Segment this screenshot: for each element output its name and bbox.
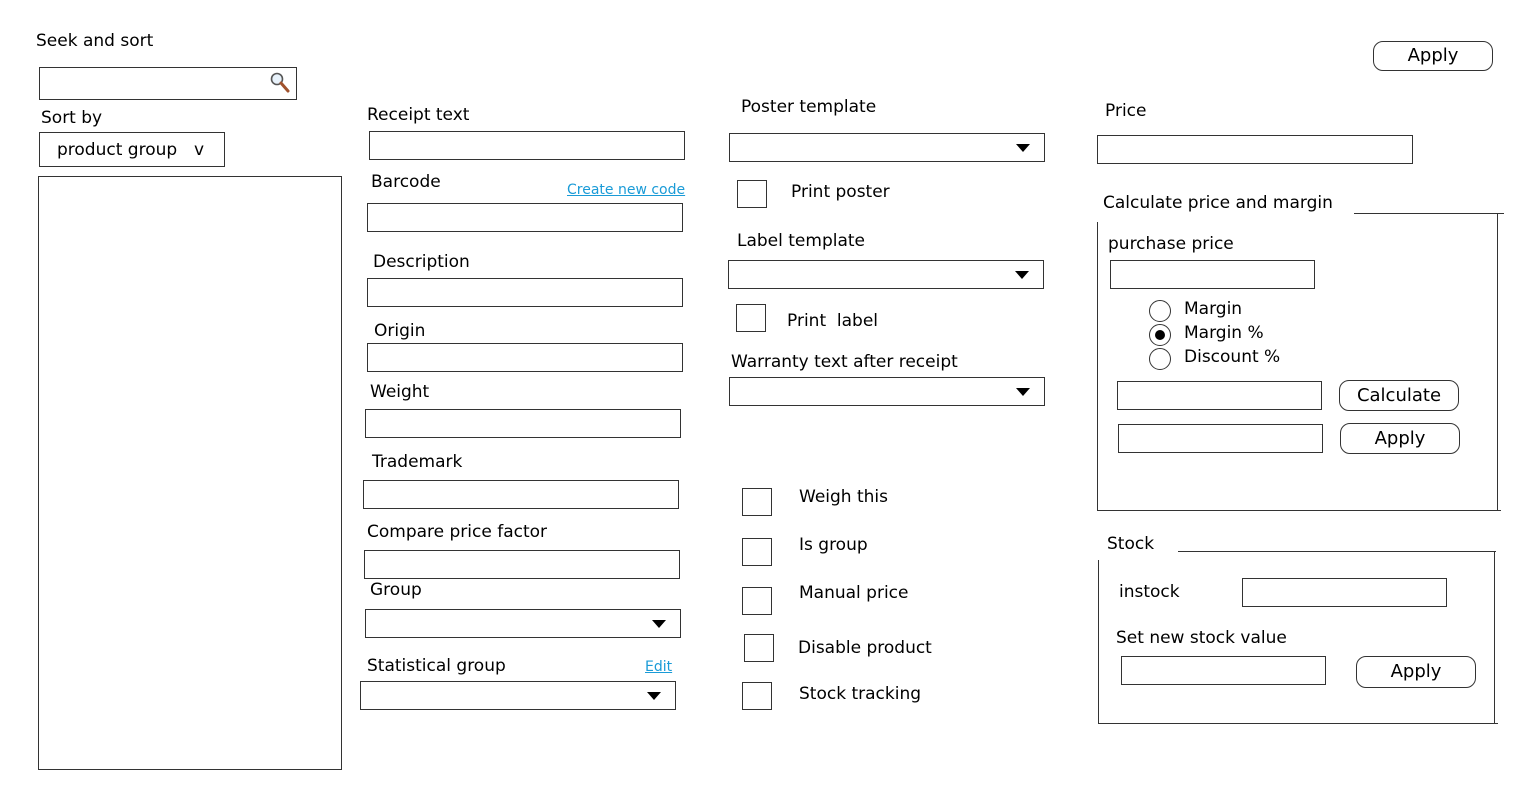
apply-price-button[interactable]: Apply: [1340, 423, 1460, 454]
purchase-price-label: purchase price: [1108, 234, 1234, 254]
print-label-label: Print label: [787, 311, 879, 331]
print-poster-label: Print poster: [791, 182, 890, 202]
stock-tracking-checkbox[interactable]: [742, 682, 772, 710]
warranty-text-label: Warranty text after receipt: [731, 352, 958, 372]
receipt-text-field[interactable]: [369, 131, 685, 160]
price-field[interactable]: [1097, 135, 1413, 164]
stock-frame-right: [1494, 551, 1495, 724]
purchase-price-field[interactable]: [1110, 260, 1315, 289]
calc-result-field[interactable]: [1118, 424, 1323, 453]
label-template-dropdown[interactable]: [728, 260, 1044, 289]
calc-frame-right: [1497, 213, 1498, 510]
calc-price-margin-title: Calculate price and margin: [1103, 193, 1333, 213]
dropdown-arrow-icon: [652, 620, 666, 628]
edit-link[interactable]: Edit: [645, 659, 672, 675]
poster-template-dropdown[interactable]: [729, 133, 1045, 162]
weigh-this-checkbox[interactable]: [742, 488, 772, 516]
sort-by-select[interactable]: product group v: [39, 132, 225, 167]
statistical-group-dropdown[interactable]: [360, 681, 676, 710]
sort-by-label: Sort by: [41, 108, 103, 128]
apply-stock-button[interactable]: Apply: [1356, 656, 1476, 688]
search-icon[interactable]: [268, 71, 292, 100]
print-label-checkbox[interactable]: [736, 304, 766, 332]
price-label: Price: [1105, 101, 1147, 121]
search-input[interactable]: [39, 67, 297, 100]
margin-percent-option-label: Margin %: [1184, 323, 1264, 343]
apply-button[interactable]: Apply: [1373, 41, 1493, 71]
margin-option-label: Margin: [1184, 299, 1243, 319]
barcode-label: Barcode: [371, 172, 441, 192]
origin-label: Origin: [374, 321, 426, 341]
trademark-field[interactable]: [363, 480, 679, 509]
calc-frame-bottom: [1097, 510, 1501, 511]
sort-by-value: product group: [57, 140, 178, 160]
disable-product-label: Disable product: [798, 638, 932, 658]
description-label: Description: [373, 252, 470, 272]
calc-frame-top: [1354, 213, 1504, 214]
stock-frame-left: [1098, 560, 1099, 724]
disable-product-checkbox[interactable]: [744, 634, 774, 662]
chevron-down-icon: v: [194, 140, 205, 160]
group-dropdown[interactable]: [365, 609, 681, 638]
origin-field[interactable]: [367, 343, 683, 372]
is-group-label: Is group: [799, 535, 868, 555]
margin-percent-radio[interactable]: [1149, 324, 1171, 346]
label-template-label: Label template: [737, 231, 866, 251]
is-group-checkbox[interactable]: [742, 538, 772, 566]
dropdown-arrow-icon: [1016, 388, 1030, 396]
set-new-stock-label: Set new stock value: [1116, 628, 1287, 648]
statistical-group-label: Statistical group: [367, 656, 506, 676]
create-new-code-link[interactable]: Create new code: [567, 182, 685, 198]
manual-price-label: Manual price: [799, 583, 909, 603]
seek-and-sort-title: Seek and sort: [36, 31, 154, 51]
stock-title: Stock: [1107, 534, 1155, 554]
print-poster-checkbox[interactable]: [737, 180, 767, 208]
stock-frame-bottom: [1098, 723, 1498, 724]
dropdown-arrow-icon: [647, 692, 661, 700]
weight-field[interactable]: [365, 409, 681, 438]
stock-tracking-label: Stock tracking: [799, 684, 922, 704]
poster-template-label: Poster template: [741, 97, 877, 117]
dropdown-arrow-icon: [1015, 271, 1029, 279]
manual-price-checkbox[interactable]: [742, 587, 772, 615]
weight-label: Weight: [370, 382, 430, 402]
compare-price-factor-label: Compare price factor: [367, 522, 548, 542]
calculate-button[interactable]: Calculate: [1339, 380, 1459, 411]
weigh-this-label: Weigh this: [799, 487, 888, 507]
warranty-text-dropdown[interactable]: [729, 377, 1045, 406]
discount-percent-radio[interactable]: [1149, 348, 1171, 370]
dropdown-arrow-icon: [1016, 144, 1030, 152]
stock-frame-top: [1178, 551, 1496, 552]
instock-label: instock: [1119, 582, 1180, 602]
trademark-label: Trademark: [372, 452, 463, 472]
group-label: Group: [370, 580, 422, 600]
discount-percent-option-label: Discount %: [1184, 347, 1281, 367]
calc-frame-left: [1097, 222, 1098, 510]
instock-field[interactable]: [1242, 578, 1447, 607]
new-stock-field[interactable]: [1121, 656, 1326, 685]
description-field[interactable]: [367, 278, 683, 307]
receipt-text-label: Receipt text: [367, 105, 470, 125]
product-list[interactable]: [38, 176, 342, 770]
margin-radio[interactable]: [1149, 300, 1171, 322]
compare-price-factor-field[interactable]: [364, 550, 680, 579]
barcode-field[interactable]: [367, 203, 683, 232]
calc-input-field[interactable]: [1117, 381, 1322, 410]
